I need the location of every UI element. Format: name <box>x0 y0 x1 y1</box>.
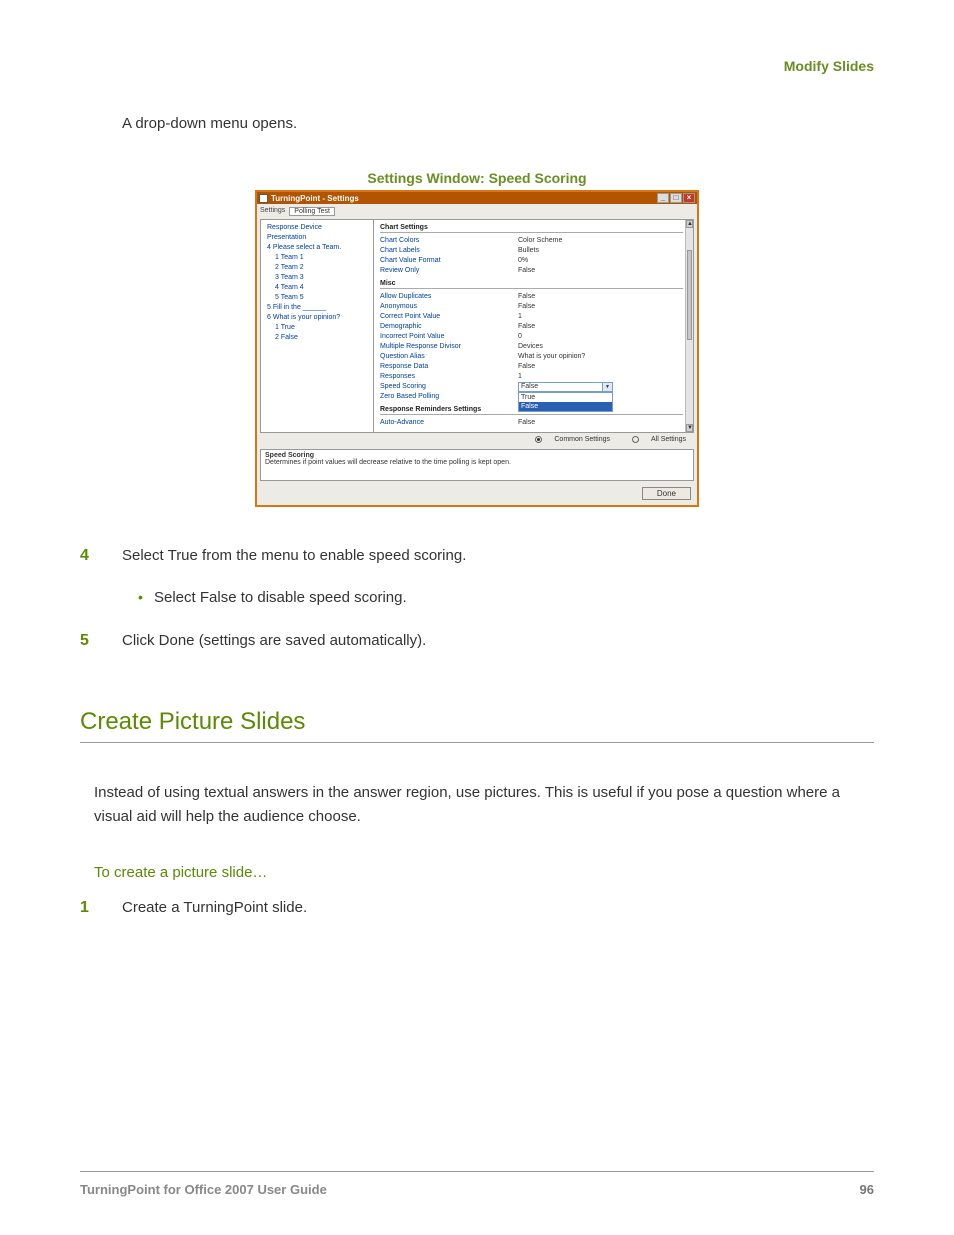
radio-all[interactable] <box>632 436 639 443</box>
group-heading: Misc <box>380 280 683 289</box>
sub-heading: To create a picture slide… <box>94 864 874 881</box>
setting-row[interactable]: Correct Point Value1 <box>374 312 693 322</box>
window-titlebar: TurningPoint - Settings _ □ × <box>257 192 697 204</box>
group-heading: Chart Settings <box>380 224 683 233</box>
tab-active[interactable]: Polling Test <box>289 207 335 216</box>
scrollbar[interactable]: ▲ ▼ <box>685 220 693 432</box>
maximize-button[interactable]: □ <box>670 193 682 203</box>
step-number: 4 <box>80 547 122 565</box>
setting-row[interactable]: Chart Value Format0% <box>374 256 693 266</box>
radio-common[interactable] <box>535 436 542 443</box>
speed-scoring-dropdown[interactable]: False ▼ <box>518 382 613 392</box>
step-text: Click Done (settings are saved automatic… <box>122 632 874 650</box>
setting-row[interactable]: Question AliasWhat is your opinion? <box>374 352 693 362</box>
section-paragraph: Instead of using textual answers in the … <box>94 781 874 828</box>
figure-caption: Settings Window: Speed Scoring <box>80 170 874 186</box>
done-button[interactable]: Done <box>642 487 691 500</box>
tree-item[interactable]: 4 Please select a Team. <box>263 243 371 253</box>
dropdown-option-false[interactable]: False <box>519 402 612 411</box>
step-1: 1 Create a TurningPoint slide. <box>80 899 874 917</box>
section-header: Modify Slides <box>784 58 874 74</box>
tree-item[interactable]: 2 False <box>263 333 371 343</box>
dropdown-menu: True False <box>518 392 613 412</box>
tabs-label: Settings <box>260 207 285 216</box>
step-number: 1 <box>80 899 122 917</box>
tree-item[interactable]: Response Device <box>263 223 371 233</box>
tree-item[interactable]: 2 Team 2 <box>263 263 371 273</box>
section-heading: Create Picture Slides <box>80 708 874 743</box>
bullet-item: Select False to disable speed scoring. <box>138 589 874 606</box>
setting-row[interactable]: AnonymousFalse <box>374 302 693 312</box>
step-5: 5 Click Done (settings are saved automat… <box>80 632 874 650</box>
setting-row[interactable]: Allow DuplicatesFalse <box>374 292 693 302</box>
dropdown-option-true[interactable]: True <box>519 393 612 402</box>
scroll-down-icon[interactable]: ▼ <box>686 424 693 432</box>
minimize-button[interactable]: _ <box>657 193 669 203</box>
step-text: Select True from the menu to enable spee… <box>122 547 874 565</box>
chevron-down-icon[interactable]: ▼ <box>602 383 612 391</box>
settings-window: TurningPoint - Settings _ □ × Settings P… <box>255 190 699 507</box>
tree-item[interactable]: 6 What is your opinion? <box>263 313 371 323</box>
page-footer: TurningPoint for Office 2007 User Guide … <box>80 1171 874 1197</box>
setting-row[interactable]: Review OnlyFalse <box>374 266 693 276</box>
window-title: TurningPoint - Settings <box>271 194 359 203</box>
step-text: Create a TurningPoint slide. <box>122 899 874 917</box>
tree-item[interactable]: Presentation <box>263 233 371 243</box>
setting-row[interactable]: Chart ColorsColor Scheme <box>374 236 693 246</box>
setting-row[interactable]: Response DataFalse <box>374 362 693 372</box>
setting-row[interactable]: Auto-AdvanceFalse <box>374 418 693 428</box>
setting-row[interactable]: Incorrect Point Value0 <box>374 332 693 342</box>
step-number: 5 <box>80 632 122 650</box>
description-box: Speed Scoring Determines if point values… <box>260 449 694 481</box>
tree-item[interactable]: 4 Team 4 <box>263 283 371 293</box>
step-4: 4 Select True from the menu to enable sp… <box>80 547 874 565</box>
setting-row[interactable]: Multiple Response DivisorDevices <box>374 342 693 352</box>
tree-panel: Response Device Presentation 4 Please se… <box>261 220 374 432</box>
tree-item[interactable]: 5 Team 5 <box>263 293 371 303</box>
setting-row[interactable]: Responses1 <box>374 372 693 382</box>
page-number: 96 <box>860 1182 874 1197</box>
tree-item[interactable]: 1 True <box>263 323 371 333</box>
scroll-up-icon[interactable]: ▲ <box>686 220 693 228</box>
tree-item[interactable]: 3 Team 3 <box>263 273 371 283</box>
description-title: Speed Scoring <box>265 452 689 459</box>
intro-text: A drop-down menu opens. <box>122 115 874 132</box>
radio-row: Common Settings All Settings <box>260 433 694 446</box>
description-body: Determines if point values will decrease… <box>265 459 689 466</box>
tree-item[interactable]: 1 Team 1 <box>263 253 371 263</box>
settings-panel: Chart Settings Chart ColorsColor Scheme … <box>374 220 693 432</box>
footer-title: TurningPoint for Office 2007 User Guide <box>80 1182 327 1197</box>
scroll-thumb[interactable] <box>687 250 692 340</box>
setting-row[interactable]: DemographicFalse <box>374 322 693 332</box>
app-icon <box>259 194 268 203</box>
setting-row[interactable]: Chart LabelsBullets <box>374 246 693 256</box>
tree-item[interactable]: 5 Fill in the ______ <box>263 303 371 313</box>
setting-row-speed-scoring[interactable]: Speed Scoring False ▼ True False <box>374 382 693 392</box>
close-button[interactable]: × <box>683 193 695 203</box>
